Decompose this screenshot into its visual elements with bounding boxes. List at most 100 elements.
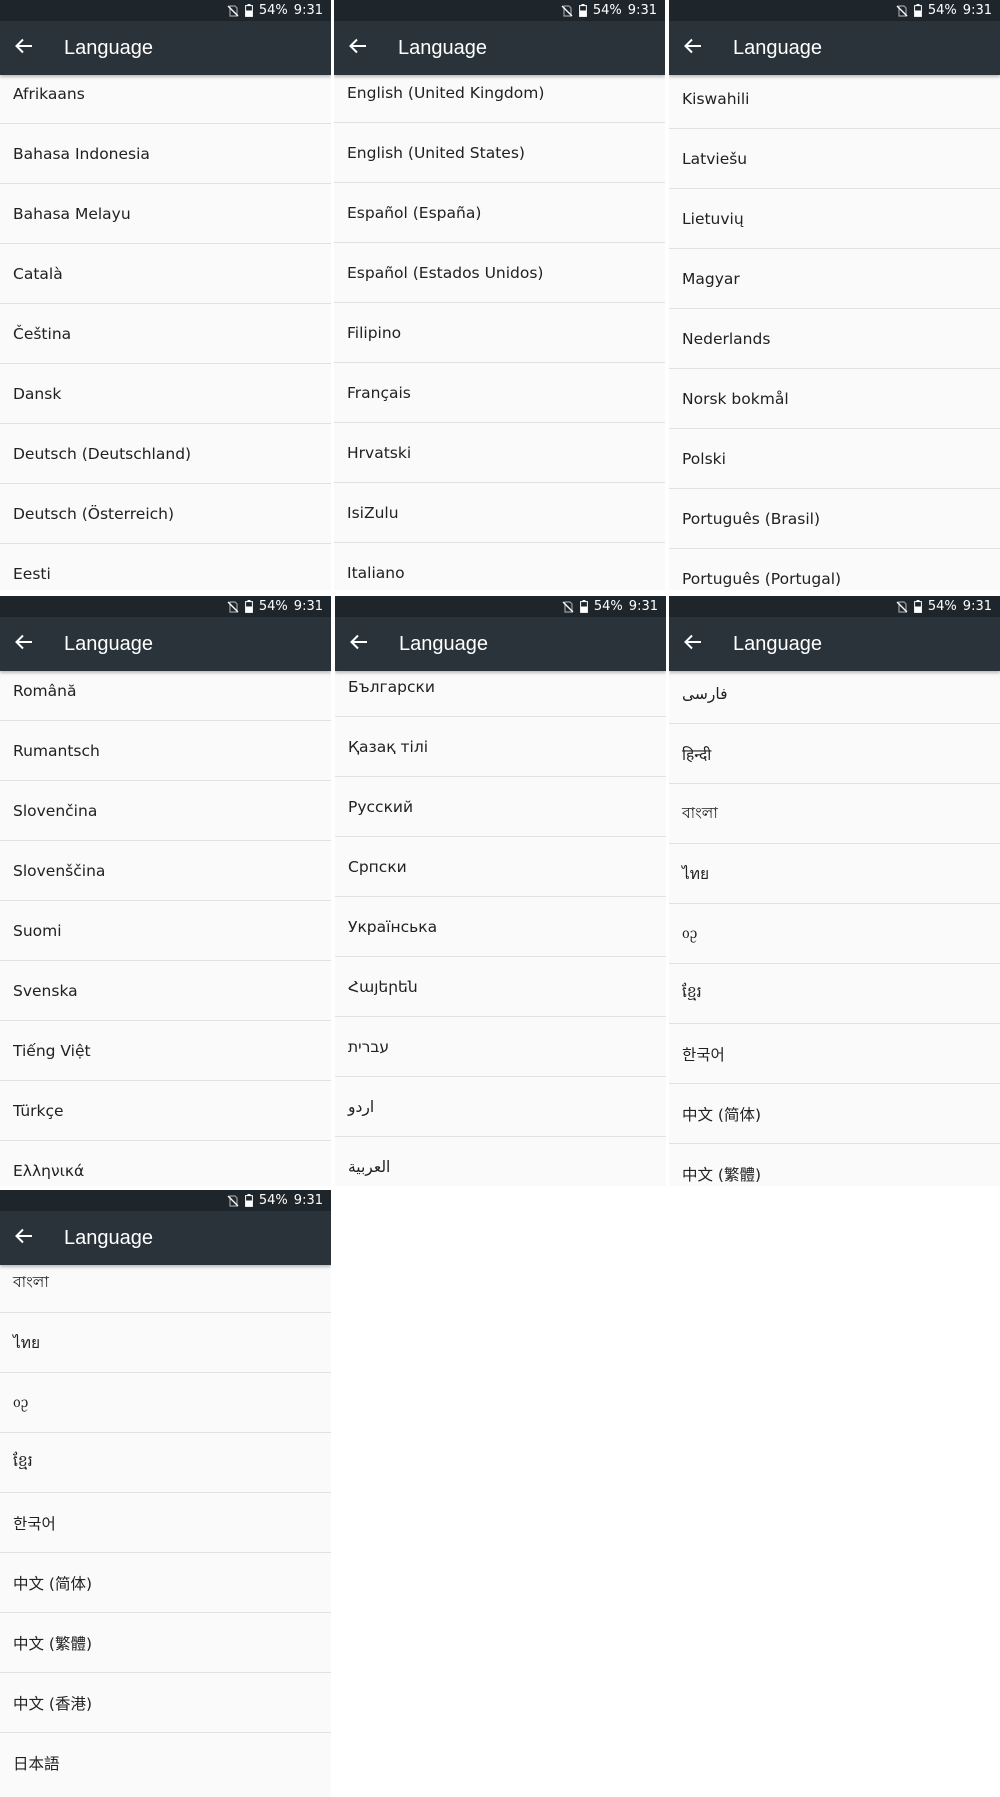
battery-icon [244,1194,253,1207]
language-list-item[interactable]: ᦞᦳ [0,1373,331,1433]
language-list-item[interactable]: فارسی [669,664,1000,724]
app-bar: Language [0,617,331,671]
battery-percent: 54% [927,3,957,18]
status-bar: 54% 9:31 [669,0,1000,21]
language-list-item[interactable]: IsiZulu [334,483,665,543]
back-button[interactable] [0,21,48,75]
language-list-item[interactable]: Lietuvių [669,189,1000,249]
language-list-item[interactable]: Português (Portugal) [669,549,1000,590]
language-list-item[interactable]: ไทย [669,844,1000,904]
language-list-item[interactable]: Nederlands [669,309,1000,369]
language-list-item[interactable]: Filipino [334,303,665,363]
battery-percent: 54% [927,599,957,614]
page-title: Language [733,632,822,655]
language-list-item[interactable]: Slovenščina [0,841,331,901]
language-list-item[interactable]: Dansk [0,364,331,424]
language-list-item[interactable]: Русский [335,777,666,837]
language-list-item[interactable]: 中文 (简体) [0,1553,331,1613]
language-list-item[interactable]: Қазақ тілі [335,717,666,777]
language-list-item[interactable]: Hrvatski [334,423,665,483]
language-list-item[interactable]: Deutsch (Österreich) [0,484,331,544]
language-list-item[interactable]: Italiano [334,543,665,590]
language-list-item[interactable]: Українська [335,897,666,957]
language-list-item[interactable]: ᦞᦳ [669,904,1000,964]
language-list: বাংলা ไทย ᦞᦳ ខ្មែរ 한국어 中文 (简体) 中文 (繁體) 中文 (香港) 日… [0,1253,331,1793]
no-sim-icon [227,600,239,613]
battery-icon [579,600,588,613]
clock: 9:31 [293,599,323,614]
language-list-item[interactable]: हिन्दी [669,724,1000,784]
language-list-item[interactable]: Suomi [0,901,331,961]
language-list-item[interactable]: Rumantsch [0,721,331,781]
language-list: Български Қазақ тілі Русский Српски Українсь… [335,657,666,1186]
language-list-item[interactable]: Català [0,244,331,304]
clock: 9:31 [627,3,657,18]
language-list-item[interactable]: 한국어 [669,1024,1000,1084]
language-list-item[interactable]: ខ្មែរ [669,964,1000,1024]
language-list-item[interactable]: Türkçe [0,1081,331,1141]
language-list: Afrikaans Bahasa Indonesia Bahasa Melayu Ca… [0,64,331,590]
arrow-left-icon [349,38,367,59]
language-list-item[interactable]: Slovenčina [0,781,331,841]
language-list: Kiswahili Latviešu Lietuvių Magyar Nederland… [669,69,1000,590]
no-sim-icon [561,4,573,17]
language-list-item[interactable]: Ελληνικά [0,1141,331,1186]
no-sim-icon [896,4,908,17]
back-button[interactable] [669,617,717,671]
language-list-item[interactable]: Norsk bokmål [669,369,1000,429]
language-list-item[interactable]: עברית [335,1017,666,1077]
language-list-item[interactable]: ไทย [0,1313,331,1373]
back-button[interactable] [335,617,383,671]
language-list-item[interactable]: Tiếng Việt [0,1021,331,1081]
language-list-item[interactable]: Magyar [669,249,1000,309]
back-button[interactable] [669,21,717,75]
screenshot-collage: 54% 9:31 Language Afrikaans Bahasa Indone… [0,0,1000,1797]
language-list-item[interactable]: 中文 (繁體) [0,1613,331,1673]
language-settings-screen-5: 54% 9:31 Language Български Қазақ тілі Рус… [335,596,666,1186]
back-button[interactable] [0,617,48,671]
language-list-item[interactable]: Svenska [0,961,331,1021]
language-list-item[interactable]: Polski [669,429,1000,489]
status-bar: 54% 9:31 [0,596,331,617]
language-list-item[interactable]: Eesti [0,544,331,590]
language-list-item[interactable]: Français [334,363,665,423]
language-list-item[interactable]: Kiswahili [669,69,1000,129]
language-list-item[interactable]: 日本語 [0,1733,331,1793]
arrow-left-icon [15,38,33,59]
status-bar: 54% 9:31 [334,0,665,21]
language-list-item[interactable]: Español (España) [334,183,665,243]
status-bar: 54% 9:31 [335,596,666,617]
language-list-item[interactable]: Bahasa Melayu [0,184,331,244]
arrow-left-icon [350,634,368,655]
language-list-item[interactable]: Հայերեն [335,957,666,1017]
battery-icon [244,4,253,17]
language-list-item[interactable]: 中文 (繁體) [669,1144,1000,1186]
language-list-item[interactable]: Deutsch (Deutschland) [0,424,331,484]
no-sim-icon [896,600,908,613]
language-list-item[interactable]: 한국어 [0,1493,331,1553]
language-list-item[interactable]: English (United States) [334,123,665,183]
back-button[interactable] [334,21,382,75]
language-list-item[interactable]: Latviešu [669,129,1000,189]
language-list-item[interactable]: 中文 (简体) [669,1084,1000,1144]
battery-percent: 54% [258,1193,288,1208]
battery-icon [913,4,922,17]
status-bar: 54% 9:31 [669,596,1000,617]
page-title: Language [398,36,487,59]
back-button[interactable] [0,1211,48,1265]
arrow-left-icon [684,634,702,655]
language-list-item[interactable]: ខ្មែរ [0,1433,331,1493]
language-list-item[interactable]: Српски [335,837,666,897]
language-list-item[interactable]: Português (Brasil) [669,489,1000,549]
no-sim-icon [227,1194,239,1207]
language-list-item[interactable]: 中文 (香港) [0,1673,331,1733]
language-list-item[interactable]: اردو [335,1077,666,1137]
language-list-item[interactable]: Bahasa Indonesia [0,124,331,184]
language-list: Română Rumantsch Slovenčina Slovenščina Suom… [0,661,331,1186]
battery-percent: 54% [258,3,288,18]
language-list-item[interactable]: Čeština [0,304,331,364]
language-list-item[interactable]: العربية [335,1137,666,1186]
language-list-item[interactable]: Español (Estados Unidos) [334,243,665,303]
language-list-item[interactable]: বাংলা [669,784,1000,844]
battery-percent: 54% [593,599,623,614]
